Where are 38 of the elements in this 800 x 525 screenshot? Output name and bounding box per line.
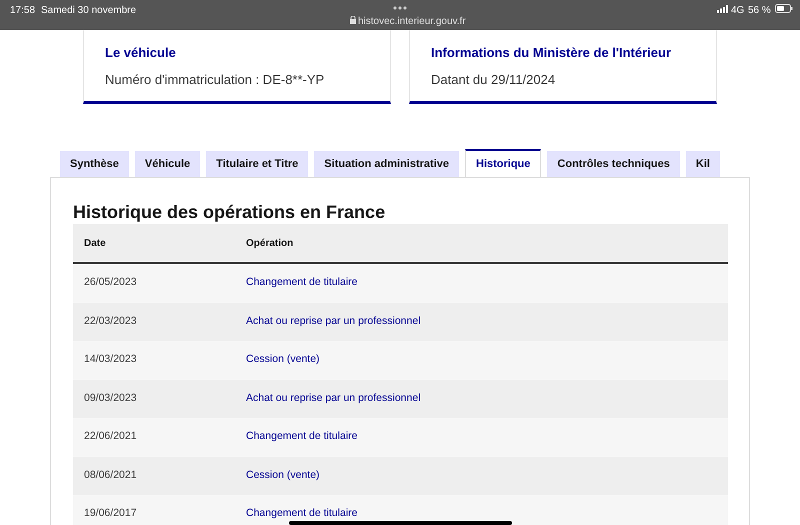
home-indicator[interactable]	[289, 521, 512, 525]
tab[interactable]: Contrôles techniques	[547, 151, 680, 177]
status-date: Samedi 30 novembre	[41, 4, 136, 18]
tab[interactable]: Kil	[686, 151, 720, 177]
operation-link[interactable]: Cession (vente)	[246, 468, 320, 484]
operation-link[interactable]: Changement de titulaire	[246, 275, 358, 292]
status-time: 17:58	[10, 4, 36, 18]
operation-link[interactable]: Achat ou reprise par un professionnel	[246, 314, 421, 330]
more-icon	[393, 6, 407, 10]
date-cell-text: 26/05/2023	[83, 275, 138, 290]
network-label: 4G	[731, 4, 744, 18]
date-cell-text: 19/06/2017	[83, 506, 138, 522]
operation-link[interactable]: Changement de titulaire	[246, 506, 358, 522]
date-cell-text: 22/03/2023	[83, 314, 138, 329]
battery-label: 56 %	[748, 4, 771, 18]
column-header: Date	[83, 236, 107, 250]
tab[interactable]: Situation administrative	[314, 151, 459, 177]
battery-icon	[775, 4, 793, 13]
lock-icon	[350, 16, 356, 24]
date-cell-text: 22/06/2021	[83, 429, 138, 444]
tab[interactable]: Titulaire et Titre	[206, 151, 308, 177]
card-title: Le véhicule	[105, 44, 177, 62]
tab[interactable]: Historique	[465, 149, 542, 177]
date-cell-text: 08/06/2021	[83, 468, 138, 483]
column-header: Opération	[246, 236, 294, 250]
date-cell-text: 14/03/2023	[83, 352, 138, 368]
url-text[interactable]: histovec.interieur.gouv.fr	[358, 14, 466, 29]
tab[interactable]: Véhicule	[134, 151, 200, 177]
operation-link[interactable]: Changement de titulaire	[246, 429, 358, 446]
tab[interactable]: Synthèse	[60, 151, 129, 177]
signal-icon	[717, 5, 729, 13]
card-text: Datant du 29/11/2024	[431, 70, 556, 88]
operation-link[interactable]: Achat ou reprise par un professionnel	[246, 390, 421, 407]
section-title: Historique des opérations en France	[73, 201, 386, 224]
date-cell-text: 09/03/2023	[83, 390, 138, 406]
operation-link[interactable]: Cession (vente)	[246, 352, 320, 368]
card-text: Numéro d'immatriculation : DE-8**-YP	[105, 70, 326, 88]
card-title: Informations du Ministère de l'Intérieur	[431, 44, 672, 62]
